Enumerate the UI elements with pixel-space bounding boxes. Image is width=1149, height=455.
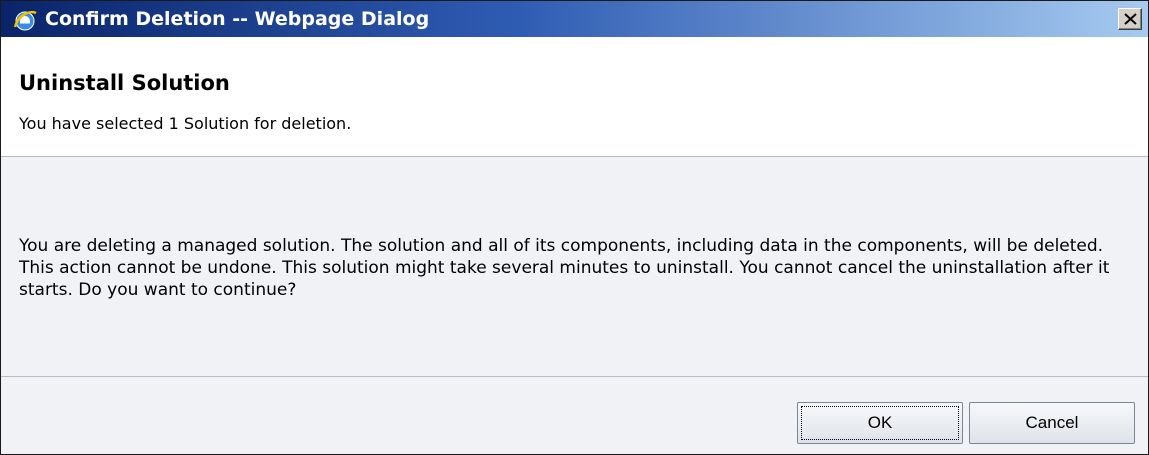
close-button[interactable]: [1118, 8, 1142, 30]
dialog-header: Uninstall Solution You have selected 1 S…: [1, 37, 1148, 157]
close-icon: [1124, 13, 1137, 25]
window-title: Confirm Deletion -- Webpage Dialog: [45, 8, 430, 30]
dialog-title: Uninstall Solution: [19, 71, 230, 95]
dialog-content: You are deleting a managed solution. The…: [1, 157, 1148, 376]
dialog-window: Confirm Deletion -- Webpage Dialog Unins…: [0, 0, 1149, 455]
dialog-subtitle: You have selected 1 Solution for deletio…: [19, 114, 352, 133]
ok-button[interactable]: OK: [797, 402, 963, 444]
dialog-footer: OK Cancel: [1, 376, 1148, 454]
title-bar[interactable]: Confirm Deletion -- Webpage Dialog: [1, 1, 1148, 37]
internet-explorer-icon: [12, 7, 38, 33]
cancel-button[interactable]: Cancel: [969, 402, 1135, 444]
confirmation-message: You are deleting a managed solution. The…: [19, 236, 1110, 300]
